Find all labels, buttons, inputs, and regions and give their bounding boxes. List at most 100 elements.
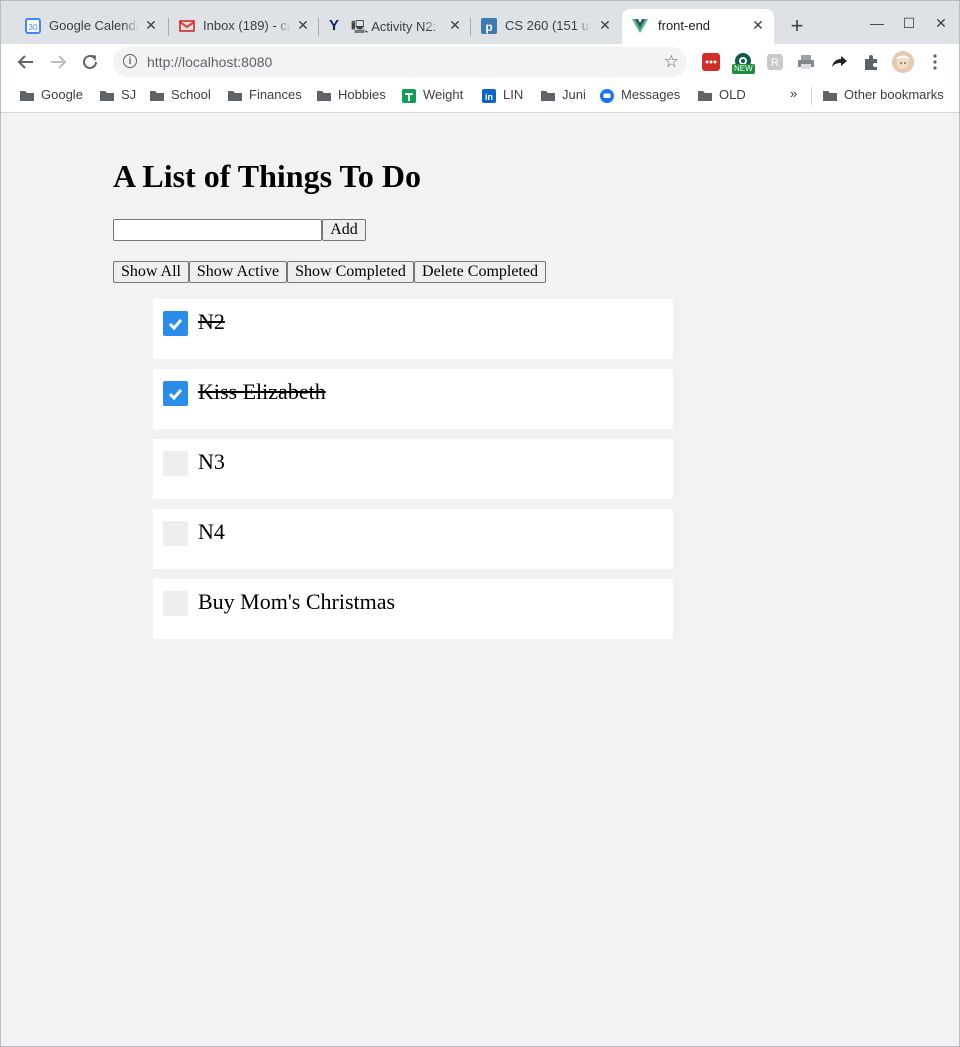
folder-icon xyxy=(541,91,555,101)
add-button[interactable]: Add xyxy=(322,219,366,241)
folder-icon xyxy=(20,91,34,101)
close-icon[interactable]: ✕ xyxy=(447,17,463,33)
vue-icon xyxy=(632,19,648,33)
todo-checkbox[interactable] xyxy=(163,451,188,476)
show-completed-button[interactable]: Show Completed xyxy=(287,261,414,283)
todo-checkbox[interactable] xyxy=(163,381,188,406)
close-icon[interactable]: ✕ xyxy=(750,17,766,33)
tab-fade xyxy=(123,10,139,30)
todo-item: Buy Mom's Christmas xyxy=(153,579,673,639)
chrome-menu-button[interactable] xyxy=(921,48,949,76)
piazza-icon: p xyxy=(481,18,497,34)
bookmark-label: Weight xyxy=(423,87,464,102)
forward-arrow-icon xyxy=(51,55,67,69)
tab-activity-n2[interactable]: Y 🖳 Activity N2: N ✕ xyxy=(319,9,467,44)
printer-extension-icon[interactable] xyxy=(797,53,815,71)
forward-button[interactable] xyxy=(44,48,72,76)
svg-text:R: R xyxy=(771,57,779,69)
share-arrow-icon[interactable] xyxy=(830,53,848,71)
back-button[interactable] xyxy=(12,48,40,76)
extensions-puzzle-icon[interactable] xyxy=(862,53,880,71)
todo-text: N2 xyxy=(198,309,225,334)
bookmark-star-icon[interactable]: ☆ xyxy=(664,52,679,72)
show-active-button[interactable]: Show Active xyxy=(189,261,287,283)
url-port: :8080 xyxy=(237,54,273,70)
close-window-button[interactable]: ✕ xyxy=(927,11,955,35)
tab-strip: 30 Google Calendar - ✕ Inbox (189) - cal… xyxy=(1,1,959,44)
folder-icon xyxy=(698,91,712,101)
computer-icon: 🖳 xyxy=(351,19,369,34)
gmail-icon xyxy=(179,20,195,32)
svg-text:in: in xyxy=(485,92,493,102)
new-tab-button[interactable]: + xyxy=(785,14,809,38)
todo-item: N2 xyxy=(153,299,673,359)
close-icon[interactable]: ✕ xyxy=(143,17,159,33)
checkmark-icon xyxy=(168,389,183,401)
tab-fade xyxy=(423,10,439,30)
folder-icon xyxy=(228,91,242,101)
tab-piazza[interactable]: p CS 260 (151 unr ✕ xyxy=(471,9,617,44)
minimize-button[interactable]: — xyxy=(863,11,891,35)
back-arrow-icon xyxy=(17,55,33,69)
bookmark-label: Other bookmarks xyxy=(844,87,944,102)
extension-r-icon[interactable]: R xyxy=(766,53,784,71)
todo-item: Kiss Elizabeth xyxy=(153,369,673,429)
profile-avatar[interactable] xyxy=(892,51,914,73)
delete-completed-button[interactable]: Delete Completed xyxy=(414,261,546,283)
show-all-button[interactable]: Show All xyxy=(113,261,189,283)
tab-gmail[interactable]: Inbox (189) - cal ✕ xyxy=(169,9,317,44)
kebab-menu-icon xyxy=(933,54,937,70)
todo-text: N3 xyxy=(198,449,225,474)
close-icon[interactable]: ✕ xyxy=(597,17,613,33)
messages-icon xyxy=(600,89,614,103)
checkmark-icon xyxy=(168,319,183,331)
bookmarks-bar: Google SJ School Finances Hobbies Weight… xyxy=(1,80,959,113)
tab-fade xyxy=(575,10,591,30)
folder-icon xyxy=(150,91,164,101)
todo-text: Kiss Elizabeth xyxy=(198,379,326,404)
browser-toolbar: i http://localhost:8080 ☆ NEW R xyxy=(1,44,959,80)
url-text[interactable]: http://localhost:8080 xyxy=(147,54,272,70)
todo-text: N4 xyxy=(198,519,225,544)
new-badge: NEW xyxy=(732,64,755,74)
address-bar[interactable]: i http://localhost:8080 ☆ xyxy=(113,47,687,77)
url-host: http://localhost xyxy=(147,54,238,70)
todo-checkbox[interactable] xyxy=(163,591,188,616)
linkedin-icon: in xyxy=(482,89,496,103)
bookmarks-overflow-button[interactable]: » xyxy=(790,86,797,101)
reload-button[interactable] xyxy=(76,48,104,76)
folder-icon xyxy=(317,91,331,101)
todo-checkbox[interactable] xyxy=(163,521,188,546)
todo-checkbox[interactable] xyxy=(163,311,188,336)
bookmark-label: School xyxy=(171,87,211,102)
todo-item: N3 xyxy=(153,439,673,499)
bookmark-label: Finances xyxy=(249,87,302,102)
lastpass-extension-icon[interactable] xyxy=(702,53,720,71)
google-calendar-icon: 30 xyxy=(25,18,41,34)
sheets-icon xyxy=(402,89,416,103)
new-todo-input[interactable] xyxy=(113,219,322,241)
site-info-icon[interactable]: i xyxy=(123,54,137,68)
tab-fade xyxy=(275,10,291,30)
avatar-face-icon xyxy=(892,51,914,73)
bookmark-label: OLD xyxy=(719,87,746,102)
tab-google-calendar[interactable]: 30 Google Calendar - ✕ xyxy=(15,9,167,44)
grammar-extension-icon[interactable]: NEW xyxy=(732,52,755,78)
reload-icon xyxy=(83,54,97,69)
bookmark-label: Google xyxy=(41,87,83,102)
tab-front-end[interactable]: front-end ✕ xyxy=(622,9,774,44)
bookmark-label: Juni xyxy=(562,87,586,102)
bookmarks-divider xyxy=(811,87,812,105)
close-icon[interactable]: ✕ xyxy=(295,17,311,33)
bookmark-label: Messages xyxy=(621,87,681,102)
browser-window: 30 Google Calendar - ✕ Inbox (189) - cal… xyxy=(0,0,960,1047)
todo-text: Buy Mom's Christmas xyxy=(198,589,396,614)
svg-text:p: p xyxy=(485,20,492,34)
bookmark-label: SJ xyxy=(121,87,137,102)
bookmark-label: LIN xyxy=(503,87,524,102)
maximize-button[interactable]: ☐ xyxy=(895,11,923,35)
bookmark-label: Hobbies xyxy=(338,87,386,102)
svg-text:30: 30 xyxy=(29,23,38,32)
byu-icon: Y xyxy=(329,17,340,34)
page-content: A List of Things To Do Add Show All Show… xyxy=(1,113,959,1046)
